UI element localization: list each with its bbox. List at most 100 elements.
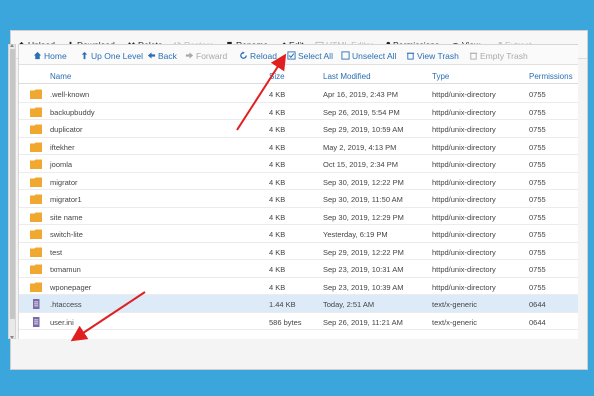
- home-button[interactable]: Home: [33, 50, 67, 61]
- file-type: httpd/unix-directory: [432, 177, 496, 187]
- file-size: 4 KB: [269, 125, 286, 134]
- file-size: 4 KB: [269, 230, 286, 239]
- scroll-up-icon[interactable]: [10, 44, 14, 47]
- folder-icon: [30, 142, 42, 152]
- file-permissions: 0755: [529, 247, 546, 257]
- file-size: 4 KB: [269, 107, 286, 117]
- file-name[interactable]: switch-lite: [50, 230, 83, 239]
- folder-icon: [30, 177, 42, 187]
- back-arrow-icon: [147, 51, 156, 60]
- file-name[interactable]: iftekher: [50, 143, 75, 152]
- file-name[interactable]: site name: [50, 213, 83, 222]
- file-name[interactable]: user.ini: [50, 318, 74, 327]
- column-name-header[interactable]: Name: [50, 72, 71, 81]
- empty-trash-label: Empty Trash: [480, 50, 528, 61]
- file-size: 1.44 KB: [269, 300, 296, 309]
- file-size: 586 bytes: [269, 317, 302, 327]
- file-type: httpd/unix-directory: [432, 107, 496, 117]
- column-last-modified-header[interactable]: Last Modified: [323, 72, 371, 81]
- home-label: Home: [44, 50, 67, 61]
- file-modified: May 2, 2019, 4:13 PM: [323, 142, 397, 152]
- file-permissions: 0644: [529, 317, 546, 327]
- file-name[interactable]: test: [50, 248, 62, 257]
- file-modified: Today, 2:51 AM: [323, 300, 375, 309]
- checkbox-empty-icon: [341, 51, 350, 60]
- table-row[interactable]: test 4 KB Sep 29, 2019, 12:22 PM httpd/unix…: [19, 243, 578, 260]
- scroll-down-icon[interactable]: [10, 336, 14, 339]
- file-type: httpd/unix-directory: [432, 125, 496, 134]
- table-row[interactable]: site name 4 KB Sep 30, 2019, 12:29 PM httpd…: [19, 208, 578, 225]
- file-type: httpd/unix-directory: [432, 90, 496, 99]
- file-size: 4 KB: [269, 247, 286, 257]
- back-button[interactable]: Back: [147, 50, 177, 61]
- folder-icon: [30, 282, 42, 292]
- column-permissions-header[interactable]: Permissions: [529, 72, 573, 81]
- empty-trash-button[interactable]: Empty Trash: [469, 50, 528, 61]
- table-row[interactable]: backupbuddy 4 KB Sep 26, 2019, 5:54 PM http…: [19, 103, 578, 120]
- table-row[interactable]: iftekher 4 KB May 2, 2019, 4:13 PM httpd/un…: [19, 138, 578, 155]
- folder-icon: [30, 107, 42, 117]
- left-scrollbar[interactable]: [8, 44, 16, 339]
- table-row[interactable]: migrator 4 KB Sep 30, 2019, 12:22 PM httpd/…: [19, 173, 578, 190]
- table-row[interactable]: user.ini 586 bytes Sep 26, 2019, 11:21 AM t…: [19, 313, 578, 330]
- table-row[interactable]: .htaccess 1.44 KB Today, 2:51 AM text/x-gen…: [19, 295, 578, 313]
- file-type: httpd/unix-directory: [432, 230, 496, 239]
- folder-icon: [30, 194, 42, 204]
- table-row[interactable]: migrator1 4 KB Sep 30, 2019, 11:50 AM httpd…: [19, 190, 578, 208]
- file-permissions: 0755: [529, 142, 546, 152]
- file-permissions: 0755: [529, 265, 546, 274]
- table-row[interactable]: duplicator 4 KB Sep 29, 2019, 10:59 AM http…: [19, 120, 578, 138]
- table-row[interactable]: txmamun 4 KB Sep 23, 2019, 10:31 AM httpd/u…: [19, 260, 578, 278]
- file-name[interactable]: joomla: [50, 160, 72, 169]
- folder-icon: [30, 229, 42, 239]
- file-modified: Sep 29, 2019, 12:22 PM: [323, 247, 404, 257]
- file-size: 4 KB: [269, 177, 286, 187]
- file-name[interactable]: backupbuddy: [50, 108, 95, 117]
- file-name[interactable]: migrator1: [50, 195, 82, 204]
- file-modified: Sep 26, 2019, 5:54 PM: [323, 107, 400, 117]
- table-header: Name Size Last Modified Type Permissions: [19, 69, 578, 84]
- table-row[interactable]: joomla 4 KB Oct 15, 2019, 2:34 PM httpd/uni…: [19, 155, 578, 173]
- view-trash-label: View Trash: [417, 50, 459, 61]
- file-type: httpd/unix-directory: [432, 212, 496, 222]
- file-size: 4 KB: [269, 212, 286, 222]
- file-type: httpd/unix-directory: [432, 247, 496, 257]
- file-modified: Apr 16, 2019, 2:43 PM: [323, 90, 399, 99]
- file-name[interactable]: migrator: [50, 178, 78, 187]
- file-modified: Sep 23, 2019, 10:39 AM: [323, 282, 404, 292]
- file-type: text/x-generic: [432, 317, 478, 327]
- select-all-button[interactable]: Select All: [287, 50, 333, 61]
- file-name[interactable]: .htaccess: [50, 300, 82, 309]
- file-list-panel: Home Up One Level Back Forward Reload Se…: [18, 44, 578, 339]
- unselect-all-button[interactable]: Unselect All: [341, 50, 396, 61]
- table-row[interactable]: wponepager 4 KB Sep 23, 2019, 10:39 AM http…: [19, 278, 578, 295]
- table-row[interactable]: .well-known 4 KB Apr 16, 2019, 2:43 PM http…: [19, 85, 578, 103]
- file-type: httpd/unix-directory: [432, 282, 496, 292]
- file-name[interactable]: .well-known: [50, 90, 89, 99]
- file-icon: [30, 316, 42, 327]
- forward-arrow-icon: [185, 51, 194, 60]
- file-name[interactable]: duplicator: [50, 125, 83, 134]
- view-trash-button[interactable]: View Trash: [406, 50, 459, 61]
- empty-trash-icon: [469, 51, 478, 60]
- file-modified: Yesterday, 6:19 PM: [323, 230, 388, 239]
- file-name[interactable]: txmamun: [50, 265, 81, 274]
- select-all-label: Select All: [298, 50, 333, 61]
- scroll-thumb[interactable]: [10, 49, 15, 319]
- reload-button[interactable]: Reload: [239, 50, 277, 61]
- folder-icon: [30, 124, 42, 134]
- file-modified: Sep 29, 2019, 10:59 AM: [323, 125, 404, 134]
- file-size: 4 KB: [269, 265, 286, 274]
- up-one-level-button[interactable]: Up One Level: [80, 50, 143, 61]
- forward-button[interactable]: Forward: [185, 50, 227, 61]
- column-size-header[interactable]: Size: [269, 72, 285, 81]
- level-up-icon: [80, 51, 89, 60]
- file-permissions: 0755: [529, 282, 546, 292]
- checkbox-checked-icon: [287, 51, 296, 60]
- table-row[interactable]: switch-lite 4 KB Yesterday, 6:19 PM httpd/u…: [19, 225, 578, 243]
- file-size: 4 KB: [269, 160, 286, 169]
- file-modified: Sep 30, 2019, 11:50 AM: [323, 195, 403, 204]
- file-name[interactable]: wponepager: [50, 283, 91, 292]
- file-modified: Sep 30, 2019, 12:22 PM: [323, 177, 404, 187]
- column-type-header[interactable]: Type: [432, 72, 449, 81]
